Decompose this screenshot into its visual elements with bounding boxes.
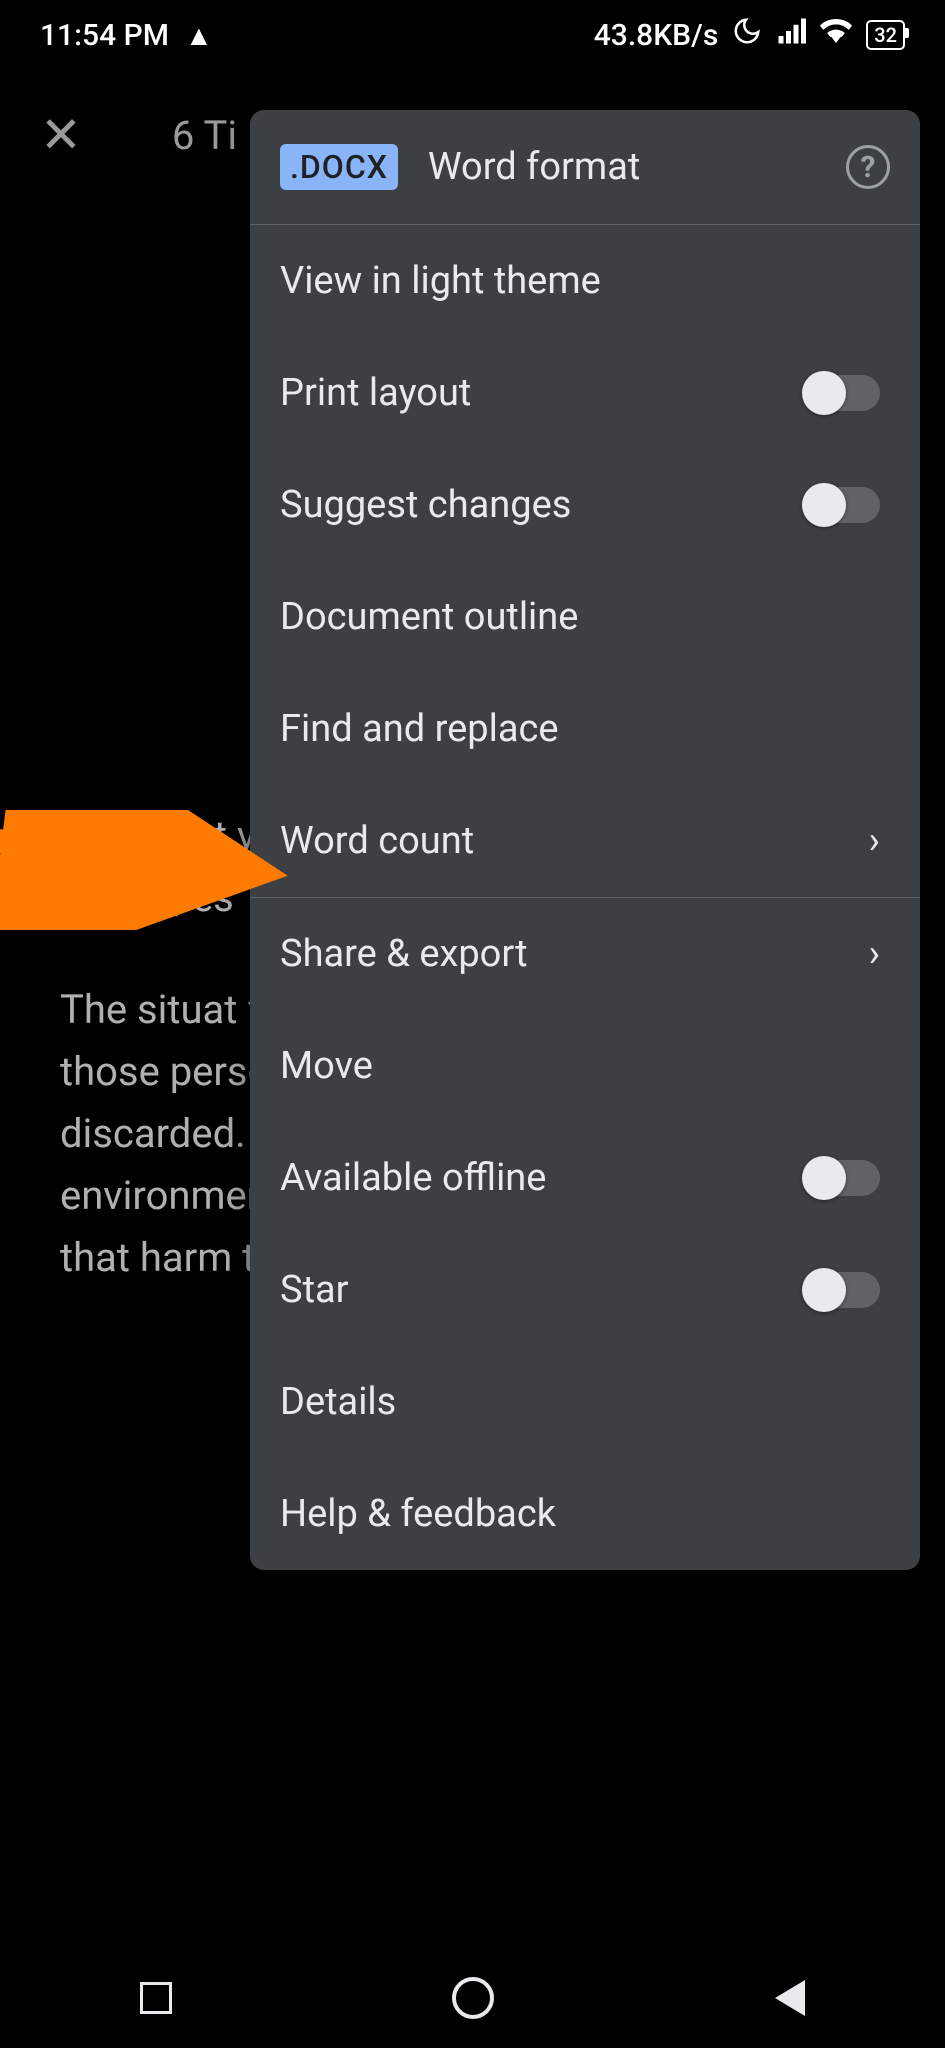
signal-icon [776,16,806,54]
menu-item-available-offline[interactable]: Available offline [250,1122,920,1234]
menu-item-label: Document outline [280,595,578,639]
menu-item-move[interactable]: Move [250,1010,920,1122]
dnd-icon [732,16,762,54]
menu-item-label: Move [280,1044,373,1088]
menu-header: .DOCX Word format ? [250,110,920,225]
menu-item-label: Share & export [280,932,528,976]
menu-item-find-replace[interactable]: Find and replace [250,673,920,785]
status-time: 11:54 PM [40,18,169,53]
home-button[interactable] [452,1977,494,2019]
document-title-fragment: 6 Ti [172,112,237,159]
menu-item-star[interactable]: Star [250,1234,920,1346]
menu-item-share-export[interactable]: Share & export › [250,898,920,1010]
menu-item-help-feedback[interactable]: Help & feedback [250,1458,920,1570]
wifi-icon [820,15,852,55]
back-button[interactable] [775,1980,805,2016]
menu-item-document-outline[interactable]: Document outline [250,561,920,673]
menu-item-label: Find and replace [280,707,559,751]
suggest-changes-toggle[interactable] [806,487,880,523]
menu-item-label: Star [280,1268,349,1312]
overflow-menu: .DOCX Word format ? View in light theme … [250,110,920,1570]
menu-item-label: View in light theme [280,259,601,303]
help-icon[interactable]: ? [846,145,890,189]
warning-icon: ▲ [185,19,213,52]
status-bar: 11:54 PM ▲ 43.8KB/s 32 [0,0,945,70]
print-layout-toggle[interactable] [806,375,880,411]
menu-item-word-count[interactable]: Word count › [250,785,920,897]
recents-button[interactable] [140,1982,172,2014]
menu-item-label: Word count [280,819,474,863]
format-badge: .DOCX [280,144,398,190]
status-data-rate: 43.8KB/s [594,18,719,53]
menu-item-print-layout[interactable]: Print layout [250,337,920,449]
star-toggle[interactable] [806,1272,880,1308]
format-label: Word format [428,145,846,189]
menu-item-label: Help & feedback [280,1492,556,1536]
menu-item-label: Print layout [280,371,471,415]
close-icon[interactable]: ✕ [40,106,82,165]
menu-item-suggest-changes[interactable]: Suggest changes [250,449,920,561]
chevron-right-icon: › [869,819,880,863]
battery-icon: 32 [866,20,905,50]
menu-item-label: Available offline [280,1156,546,1200]
available-offline-toggle[interactable] [806,1160,880,1196]
menu-item-view-light-theme[interactable]: View in light theme [250,225,920,337]
menu-item-label: Details [280,1380,396,1424]
chevron-right-icon: › [869,932,880,976]
system-nav-bar [0,1948,945,2048]
menu-item-label: Suggest changes [280,483,571,527]
menu-item-details[interactable]: Details [250,1346,920,1458]
